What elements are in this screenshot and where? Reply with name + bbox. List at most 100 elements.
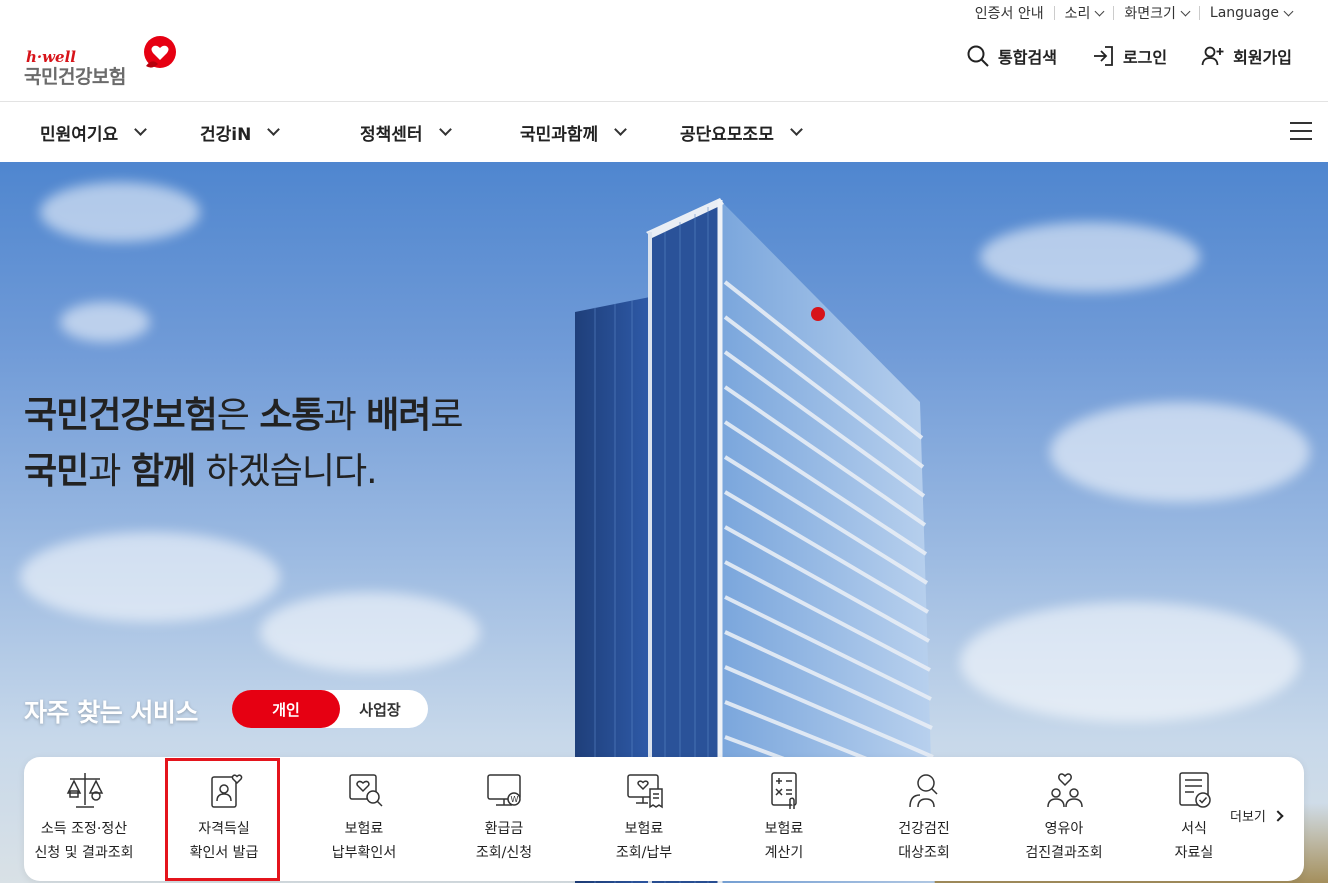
service-health-checkup-target[interactable]: 건강검진대상조회	[864, 757, 984, 881]
headline-text: 하겠습니다.	[195, 451, 378, 492]
cloud-decoration	[60, 302, 150, 342]
nav-item-health-in[interactable]: 건강iN	[200, 102, 281, 162]
screen-size-dropdown[interactable]: 화면크기	[1114, 3, 1199, 23]
cloud-decoration	[980, 222, 1200, 292]
nav-label: 국민과함께	[520, 124, 599, 145]
site-logo[interactable]: h·well 국민건강보험	[24, 36, 176, 88]
service-label: 보험료계산기	[724, 817, 844, 865]
main-nav: 민원여기요 건강iN 정책센터 국민과함께 공단요모조모	[0, 102, 1328, 162]
heart-logo-icon	[144, 36, 176, 68]
service-label-line: 자료실	[1174, 845, 1214, 861]
cloud-decoration	[260, 592, 480, 672]
nav-item-with-citizens[interactable]: 국민과함께	[520, 102, 628, 162]
chevron-down-icon	[1094, 6, 1105, 16]
hero-headline: 국민건강보험은 소통과 배려로 국민과 함께 하겠습니다.	[24, 388, 464, 500]
service-label: 환급금조회/신청	[444, 817, 564, 865]
nav-item-policy-center[interactable]: 정책센터	[360, 102, 452, 162]
user-plus-icon	[1201, 46, 1224, 66]
service-refund-inquiry[interactable]: W 환급금조회/신청	[444, 757, 564, 881]
search-label: 통합검색	[998, 48, 1057, 67]
headline-text: 로	[430, 395, 463, 436]
service-label: 소득 조정·정산신청 및 결과조회	[24, 817, 144, 865]
menu-hamburger-icon[interactable]	[1290, 122, 1312, 140]
certificate-guide-label: 인증서 안내	[974, 6, 1044, 22]
more-services-link[interactable]: 더보기	[1230, 806, 1284, 825]
service-label-line: 계산기	[764, 845, 804, 861]
headline-text: 과	[323, 395, 367, 436]
header-actions: 통합검색 로그인 회원가입	[966, 44, 1292, 68]
document-search-icon	[349, 774, 383, 807]
search-icon	[967, 45, 989, 67]
login-icon	[1093, 46, 1113, 66]
service-label-line: 조회/신청	[475, 845, 533, 861]
headline-text: 배려	[366, 395, 431, 436]
person-search-icon	[909, 774, 938, 808]
service-label: 건강검진대상조회	[864, 817, 984, 865]
service-premium-calculator[interactable]: 보험료계산기	[724, 757, 844, 881]
service-label-line: 보험료	[764, 821, 804, 837]
nav-label: 건강iN	[200, 124, 252, 145]
service-label-line: 소득 조정·정산	[40, 821, 128, 837]
chevron-down-icon	[789, 123, 803, 136]
nav-label: 정책센터	[360, 124, 423, 145]
service-label-line: 신청 및 결과조회	[34, 845, 134, 861]
cloud-decoration	[1050, 402, 1310, 502]
chevron-right-icon	[1272, 809, 1284, 822]
login-label: 로그인	[1122, 48, 1168, 67]
chevron-down-icon	[267, 123, 281, 136]
sound-dropdown[interactable]: 소리	[1055, 3, 1114, 23]
search-button[interactable]: 통합검색	[966, 44, 1057, 68]
chevron-down-icon	[134, 123, 148, 136]
service-label-line: 보험료	[344, 821, 384, 837]
scale-icon	[66, 773, 104, 808]
cloud-decoration	[20, 532, 280, 622]
headline-line-1: 국민건강보험은 소통과 배려로	[24, 388, 464, 444]
signup-label: 회원가입	[1233, 48, 1292, 67]
utility-bar: 인증서 안내 소리 화면크기 Language	[965, 0, 1302, 26]
login-button[interactable]: 로그인	[1091, 44, 1167, 68]
service-label: 보험료납부확인서	[304, 817, 424, 865]
headline-text: 소통	[259, 395, 324, 436]
chevron-down-icon	[1283, 6, 1294, 16]
monitor-receipt-icon	[627, 774, 663, 809]
nav-item-about-corp[interactable]: 공단요모조모	[680, 102, 803, 162]
service-premium-inquiry-payment[interactable]: 보험료 조회/납부	[584, 757, 704, 881]
service-label-line: 검진결과조회	[1025, 845, 1103, 861]
logo-name-text: 국민건강보험	[24, 66, 126, 88]
service-label-line: 환급금	[484, 821, 524, 837]
signup-button[interactable]: 회원가입	[1201, 44, 1292, 68]
headline-text: 함께	[130, 451, 196, 492]
headline-text: 은	[216, 395, 260, 436]
family-heart-icon	[1047, 773, 1083, 808]
service-label: 영유아검진결과조회	[1004, 817, 1124, 865]
monitor-won-icon: W	[487, 774, 521, 806]
service-type-toggle: 개인 사업장	[232, 690, 428, 728]
form-check-icon	[1179, 772, 1211, 808]
headline-text: 국민	[24, 451, 89, 492]
tab-business[interactable]: 사업장	[332, 699, 428, 720]
service-label-line: 건강검진	[898, 821, 950, 837]
frequent-services-title: 자주 찾는 서비스	[24, 698, 198, 727]
screen-size-label: 화면크기	[1124, 6, 1176, 22]
nav-label: 공단요모조모	[680, 124, 774, 145]
cloud-decoration	[40, 182, 200, 242]
service-label-line: 납부확인서	[331, 845, 397, 861]
chevron-down-icon	[438, 123, 452, 136]
cloud-decoration	[960, 602, 1300, 722]
nav-item-civil-service[interactable]: 민원여기요	[40, 102, 148, 162]
service-label-line: 대상조회	[898, 845, 950, 861]
headline-text: 과	[88, 451, 131, 492]
language-label: Language	[1209, 5, 1279, 21]
svg-text:W: W	[511, 795, 519, 804]
tab-personal[interactable]: 개인	[232, 690, 340, 728]
selection-highlight-box	[165, 758, 280, 881]
service-label-line: 보험료	[624, 821, 664, 837]
service-income-adjustment[interactable]: 소득 조정·정산신청 및 결과조회	[24, 757, 144, 881]
headline-text: 국민건강보험	[24, 395, 218, 436]
service-premium-payment-certificate[interactable]: 보험료납부확인서	[304, 757, 424, 881]
service-label-line: 영유아	[1044, 821, 1084, 837]
certificate-guide-link[interactable]: 인증서 안내	[965, 3, 1054, 23]
headline-line-2: 국민과 함께 하겠습니다.	[24, 444, 463, 500]
language-dropdown[interactable]: Language	[1200, 5, 1302, 21]
service-infant-checkup-result[interactable]: 영유아검진결과조회	[1004, 757, 1124, 881]
